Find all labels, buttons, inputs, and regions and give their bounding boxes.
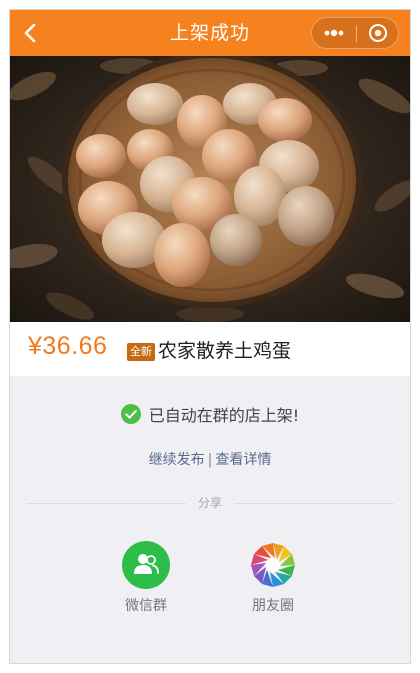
product-info-bar: ¥36.66 全新 农家散养土鸡蛋 xyxy=(10,322,410,376)
app-frame: 上架成功 ¥36.66 全新 农家散养土鸡蛋 已自动在群的店上架! 继续发布 |… xyxy=(10,10,410,663)
product-name: 农家散养土鸡蛋 xyxy=(158,340,292,362)
share-divider: 分享 xyxy=(26,493,394,513)
wechat-group-icon xyxy=(122,541,170,589)
view-details-link[interactable]: 查看详情 xyxy=(215,452,271,468)
action-links: 继续发布 | 查看详情 xyxy=(10,449,410,471)
check-circle-icon xyxy=(120,404,141,424)
product-photo[interactable] xyxy=(10,56,410,322)
more-button[interactable] xyxy=(312,18,356,48)
more-dots-icon xyxy=(324,29,344,37)
continue-publish-link[interactable]: 继续发布 xyxy=(149,452,205,468)
navigation-bar: 上架成功 xyxy=(10,10,410,56)
moments-label: 朋友圈 xyxy=(252,598,294,614)
product-price: ¥36.66 xyxy=(28,332,108,360)
close-mini-program-button[interactable] xyxy=(357,18,399,48)
share-to-moments-button[interactable]: 朋友圈 xyxy=(228,541,318,615)
divider-line-right xyxy=(234,503,394,504)
link-separator: | xyxy=(207,452,213,468)
wechat-group-label: 微信群 xyxy=(125,598,167,614)
success-message: 已自动在群的店上架! xyxy=(10,402,410,428)
moments-aperture-icon xyxy=(251,543,295,587)
share-to-wechat-group-button[interactable]: 微信群 xyxy=(101,541,191,615)
mini-program-capsule xyxy=(311,17,399,49)
condition-badge: 全新 xyxy=(127,343,155,361)
success-text: 已自动在群的店上架! xyxy=(148,406,300,425)
eggs-in-basket-photo xyxy=(10,56,410,322)
target-circle-icon xyxy=(369,24,387,42)
